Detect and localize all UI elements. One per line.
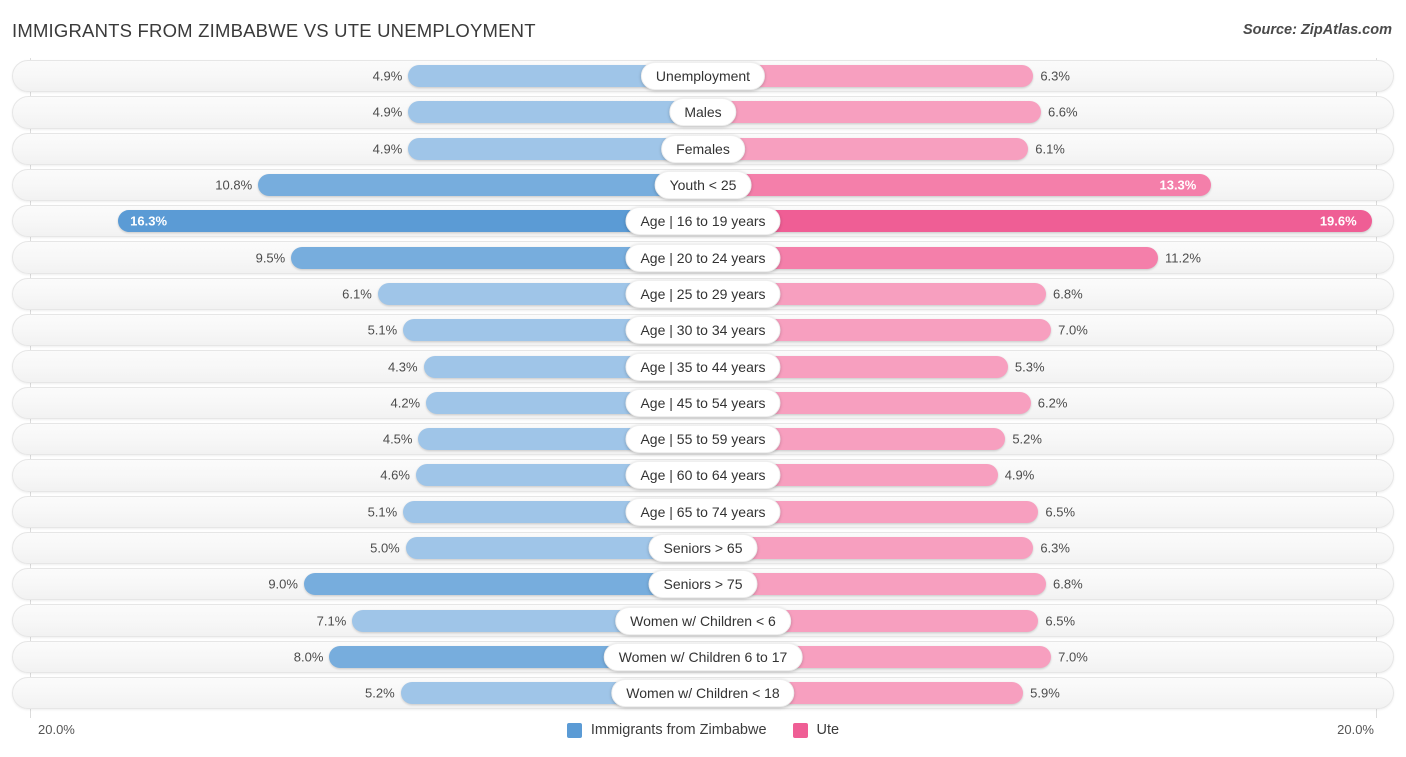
bar-row: 4.5% 5.2% Age | 55 to 59 years	[0, 421, 1406, 457]
chart-legend: Immigrants from Zimbabwe Ute	[0, 722, 1406, 738]
value-label-ute: 5.3%	[1014, 359, 1045, 375]
legend-item[interactable]: Immigrants from Zimbabwe	[566, 722, 767, 738]
bar-immigrants-from-zimbabwe	[303, 573, 703, 596]
bar-row: 6.1% 6.8% Age | 25 to 29 years	[0, 276, 1406, 312]
value-label-ute: 6.2%	[1037, 395, 1068, 411]
category-label-pill: Age | 45 to 54 years	[625, 388, 781, 417]
category-label-pill: Males	[669, 98, 737, 127]
chart-root: IMMIGRANTS FROM ZIMBABWE VS UTE UNEMPLOY…	[0, 0, 1406, 757]
bar-row: 9.5% 11.2% Age | 20 to 24 years	[0, 239, 1406, 275]
source-attribution: Source: ZipAtlas.com	[1242, 22, 1392, 38]
value-label-ute: 6.8%	[1053, 286, 1083, 302]
value-label-immigrants-from-zimbabwe: 16.3%	[130, 213, 168, 229]
category-label-pill: Age | 25 to 29 years	[625, 279, 781, 308]
legend-swatch-icon	[566, 722, 582, 738]
value-label-immigrants-from-zimbabwe: 5.2%	[365, 685, 395, 701]
value-label-immigrants-from-zimbabwe: 10.8%	[215, 177, 253, 193]
bar-row: 5.1% 6.5% Age | 65 to 74 years	[0, 494, 1406, 530]
value-label-ute: 6.3%	[1040, 540, 1070, 556]
category-label-pill: Age | 55 to 59 years	[625, 425, 781, 454]
category-label-pill: Unemployment	[640, 62, 766, 91]
category-label-pill: Age | 20 to 24 years	[625, 243, 781, 272]
bar-row: 7.1% 6.5% Women w/ Children < 6	[0, 602, 1406, 638]
bar-row: 4.6% 4.9% Age | 60 to 64 years	[0, 457, 1406, 493]
value-label-ute: 6.6%	[1047, 104, 1078, 120]
value-label-immigrants-from-zimbabwe: 4.9%	[372, 68, 403, 84]
category-label-pill: Age | 60 to 64 years	[625, 461, 781, 490]
bar-immigrants-from-zimbabwe	[408, 137, 703, 160]
value-label-ute: 6.3%	[1040, 68, 1070, 84]
value-label-ute: 19.6%	[1319, 213, 1357, 229]
value-label-ute: 4.9%	[1004, 467, 1035, 483]
bar-row: 4.9% 6.3% Unemployment	[0, 58, 1406, 94]
bar-ute	[703, 137, 1029, 160]
category-label-pill: Age | 35 to 44 years	[625, 352, 781, 381]
bar-row: 5.2% 5.9% Women w/ Children < 18	[0, 675, 1406, 711]
bar-row: 8.0% 7.0% Women w/ Children 6 to 17	[0, 639, 1406, 675]
value-label-ute: 6.1%	[1035, 141, 1065, 157]
value-label-immigrants-from-zimbabwe: 5.0%	[370, 540, 400, 556]
legend-label: Ute	[816, 722, 840, 738]
value-label-ute: 7.0%	[1058, 322, 1088, 338]
value-label-immigrants-from-zimbabwe: 4.9%	[372, 104, 403, 120]
category-label-pill: Age | 65 to 74 years	[625, 497, 781, 526]
value-label-immigrants-from-zimbabwe: 9.5%	[255, 250, 286, 266]
bar-row: 4.9% 6.6% Males	[0, 94, 1406, 130]
bar-row: 10.8% 13.3% Youth < 25	[0, 167, 1406, 203]
bar-row: 4.9% 6.1% Females	[0, 131, 1406, 167]
bar-row: 4.2% 6.2% Age | 45 to 54 years	[0, 385, 1406, 421]
category-label-pill: Women w/ Children < 18	[611, 679, 795, 708]
legend-swatch-icon	[792, 722, 808, 738]
value-label-immigrants-from-zimbabwe: 5.1%	[367, 504, 398, 520]
category-label-pill: Youth < 25	[654, 171, 752, 200]
value-label-ute: 5.9%	[1030, 685, 1060, 701]
category-label-pill: Age | 16 to 19 years	[625, 207, 781, 236]
legend-item[interactable]: Ute	[792, 722, 840, 738]
value-label-ute: 6.5%	[1045, 504, 1076, 520]
value-label-immigrants-from-zimbabwe: 7.1%	[316, 613, 347, 629]
bar-rows: 4.9% 6.3% Unemployment 4.9% 6.6% Males 4.9% 6.1…	[0, 58, 1406, 711]
value-label-immigrants-from-zimbabwe: 9.0%	[268, 576, 298, 592]
category-label-pill: Females	[661, 134, 745, 163]
value-label-immigrants-from-zimbabwe: 4.3%	[387, 359, 418, 375]
bar-immigrants-from-zimbabwe	[258, 174, 703, 197]
value-label-immigrants-from-zimbabwe: 4.6%	[380, 467, 410, 483]
value-label-ute: 7.0%	[1058, 649, 1088, 665]
category-label-pill: Women w/ Children 6 to 17	[603, 642, 803, 671]
bar-immigrants-from-zimbabwe	[118, 210, 703, 233]
bar-row: 5.0% 6.3% Seniors > 65	[0, 530, 1406, 566]
category-label-pill: Seniors > 75	[648, 570, 758, 599]
plot-area: 4.9% 6.3% Unemployment 4.9% 6.6% Males 4.9% 6.1…	[0, 58, 1406, 718]
value-label-ute: 6.8%	[1053, 576, 1083, 592]
category-label-pill: Seniors > 65	[648, 534, 758, 562]
value-label-immigrants-from-zimbabwe: 8.0%	[293, 649, 324, 665]
page-title: IMMIGRANTS FROM ZIMBABWE VS UTE UNEMPLOY…	[12, 20, 536, 41]
value-label-immigrants-from-zimbabwe: 5.1%	[367, 322, 398, 338]
value-label-immigrants-from-zimbabwe: 4.2%	[390, 395, 421, 411]
bar-row: 16.3% 19.6% Age | 16 to 19 years	[0, 203, 1406, 239]
legend-label: Immigrants from Zimbabwe	[590, 722, 767, 738]
category-label-pill: Women w/ Children < 6	[615, 606, 791, 635]
bar-ute	[703, 101, 1041, 124]
value-label-ute: 11.2%	[1165, 250, 1201, 266]
bar-immigrants-from-zimbabwe	[408, 101, 703, 124]
value-label-ute: 13.3%	[1159, 177, 1197, 193]
bar-ute	[703, 210, 1372, 233]
value-label-ute: 5.2%	[1012, 431, 1042, 447]
value-label-immigrants-from-zimbabwe: 4.9%	[372, 141, 403, 157]
bar-row: 4.3% 5.3% Age | 35 to 44 years	[0, 348, 1406, 384]
value-label-ute: 6.5%	[1045, 613, 1076, 629]
value-label-immigrants-from-zimbabwe: 4.5%	[382, 431, 413, 447]
bar-row: 5.1% 7.0% Age | 30 to 34 years	[0, 312, 1406, 348]
category-label-pill: Age | 30 to 34 years	[625, 316, 781, 345]
bar-row: 9.0% 6.8% Seniors > 75	[0, 566, 1406, 602]
bar-ute	[703, 174, 1212, 197]
value-label-immigrants-from-zimbabwe: 6.1%	[342, 286, 372, 302]
